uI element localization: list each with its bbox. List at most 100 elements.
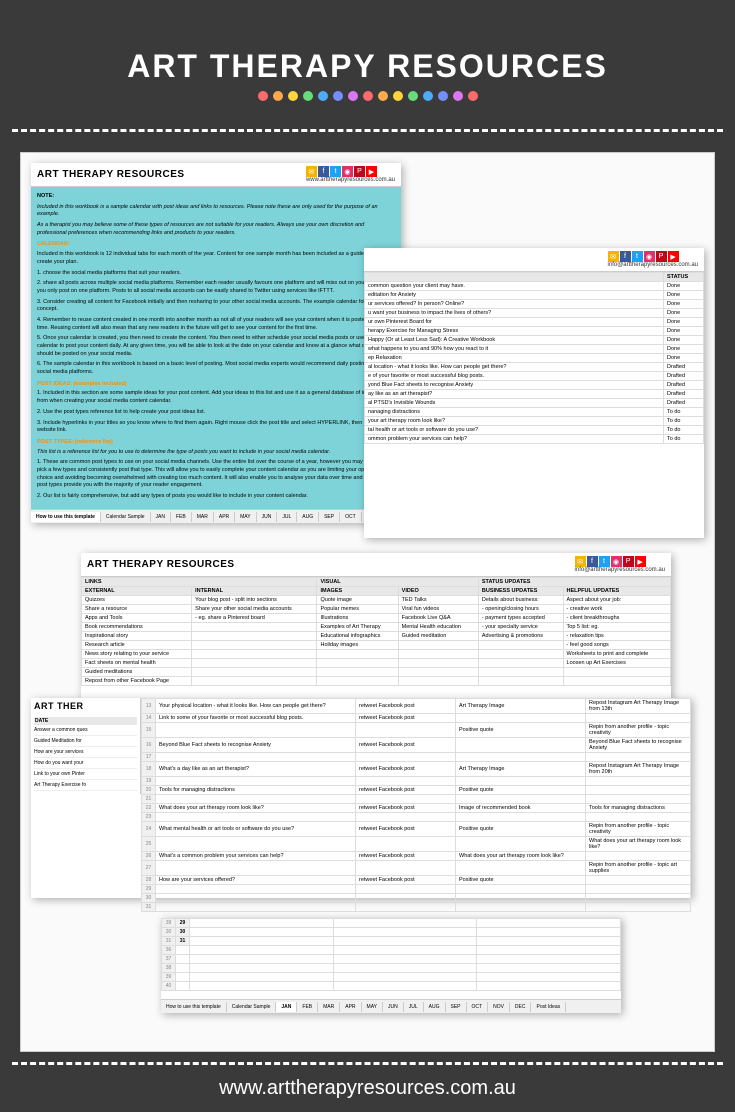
tab-dec[interactable]: DEC [510, 1002, 532, 1012]
table-row: nanaging distractionsTo do [365, 408, 704, 417]
youtube-icon[interactable]: ▶ [635, 556, 646, 567]
month-tabs-sheet: 3929303031313637383940 How to use this t… [161, 918, 621, 1013]
table-row: 25What does your art therapy room look l… [142, 837, 691, 852]
table-row: 17 [142, 753, 691, 762]
twitter-icon[interactable]: t [330, 166, 341, 177]
tab-oct[interactable]: OCT [467, 1002, 489, 1012]
pinterest-icon[interactable]: P [656, 251, 667, 262]
table-row: 22What does your art therapy room look l… [142, 804, 691, 813]
table-row: u want your business to impact the lives… [365, 309, 704, 318]
table-row: tal health or art tools or software do y… [365, 426, 704, 435]
table-row: News story relating to your serviceWorks… [82, 650, 671, 659]
table-row: QuizzesYour blog post - split into secti… [82, 596, 671, 605]
page-title: ART THERAPY RESOURCES [127, 48, 608, 85]
tab-sep[interactable]: SEP [319, 512, 340, 522]
table-row: 20Tools for managing distractionsretweet… [142, 786, 691, 795]
tab-mar[interactable]: MAR [318, 1002, 340, 1012]
tab-may[interactable]: MAY [362, 1002, 383, 1012]
table-row: 19 [142, 777, 691, 786]
tab-jun[interactable]: JUN [383, 1002, 404, 1012]
table-row: ommon problem your services can help?To … [365, 435, 704, 444]
table-row: Happy (Or at Least Less Sad): A Creative… [365, 336, 704, 345]
tab-how-to-use-this-template[interactable]: How to use this template [31, 512, 101, 522]
table-row: 18What's a day like as an art therapist?… [142, 762, 691, 777]
pinterest-icon[interactable]: P [354, 166, 365, 177]
tab-jun[interactable]: JUN [257, 512, 278, 522]
tab-apr[interactable]: APR [340, 1002, 361, 1012]
tab-feb[interactable]: FEB [171, 512, 192, 522]
tab-calendar-sample[interactable]: Calendar Sample [227, 1002, 277, 1012]
table-row: Book recommendationsExamples of Art Ther… [82, 623, 671, 632]
table-row: 30 [142, 894, 691, 903]
table-row: Repost from other Facebook Page [82, 677, 671, 686]
table-row: e of your favorite or most successful bl… [365, 372, 704, 381]
tab-jul[interactable]: JUL [277, 512, 297, 522]
tab-nov[interactable]: NOV [488, 1002, 510, 1012]
tab-aug[interactable]: AUG [297, 512, 319, 522]
facebook-icon[interactable]: f [587, 556, 598, 567]
brand-logo: ART THERAPY RESOURCES [37, 169, 185, 180]
tab-jul[interactable]: JUL [404, 1002, 424, 1012]
table-row: editation for AnxietyDone [365, 291, 704, 300]
table-row: ur own Pinterest Board for Done [365, 318, 704, 327]
twitter-icon[interactable]: t [599, 556, 610, 567]
status-table: STATUS common question your client may h… [364, 272, 704, 444]
table-row: al PTSD's Invisible WoundsDrafted [365, 399, 704, 408]
pinterest-icon[interactable]: P [623, 556, 634, 567]
content-area: ART THERAPY RESOURCES ✉ft◉P▶ www.artther… [20, 152, 715, 1052]
footer: www.arttherapyresources.com.au [12, 1062, 723, 1112]
table-row: your art therapy room look like?To do [365, 417, 704, 426]
table-row: 24What mental health or art tools or sof… [142, 822, 691, 837]
youtube-icon[interactable]: ▶ [366, 166, 377, 177]
table-row: Share a resourceShare your other social … [82, 605, 671, 614]
table-row: al location - what it looks like. How ca… [365, 363, 704, 372]
calendar-sheet: ART THER DATE Answer a common quesGuided… [31, 698, 691, 898]
email-icon[interactable]: ✉ [608, 251, 619, 262]
header-banner: ART THERAPY RESOURCES [12, 12, 723, 132]
post-types-table: LINKSVISUALSTATUS UPDATES EXTERNALINTERN… [81, 577, 671, 686]
table-row: ur services offered? In person? Online?D… [365, 300, 704, 309]
table-row: 27Repin from another profile - topic art… [142, 861, 691, 876]
tab-aug[interactable]: AUG [424, 1002, 446, 1012]
table-row: ep RelaxationDone [365, 354, 704, 363]
table-row: Guided meditations [82, 668, 671, 677]
table-row: what happens to you and 90% how you reac… [365, 345, 704, 354]
tab-calendar-sample[interactable]: Calendar Sample [101, 512, 151, 522]
tab-feb[interactable]: FEB [297, 1002, 318, 1012]
sheet-tabs: How to use this templateCalendar SampleJ… [31, 509, 401, 523]
tab-mar[interactable]: MAR [192, 512, 214, 522]
tab-apr[interactable]: APR [214, 512, 235, 522]
decorative-dots [258, 91, 478, 101]
table-row: ay like as an art therapist?Drafted [365, 390, 704, 399]
tab-post-ideas[interactable]: Post Ideas [531, 1002, 566, 1012]
youtube-icon[interactable]: ▶ [668, 251, 679, 262]
facebook-icon[interactable]: f [620, 251, 631, 262]
instagram-icon[interactable]: ◉ [644, 251, 655, 262]
table-row: Fact sheets on mental healthLoosen up Ar… [82, 659, 671, 668]
tab-jan[interactable]: JAN [276, 1002, 297, 1012]
instagram-icon[interactable]: ◉ [611, 556, 622, 567]
table-row: Inspirational storyEducational infograph… [82, 632, 671, 641]
facebook-icon[interactable]: f [318, 166, 329, 177]
twitter-icon[interactable]: t [632, 251, 643, 262]
table-row: yond Blue Fact sheets to recognise Anxie… [365, 381, 704, 390]
table-row: 29 [142, 885, 691, 894]
table-row: Research articleHoliday images- feel goo… [82, 641, 671, 650]
table-row: 26What's a common problem your services … [142, 852, 691, 861]
calendar-table: 13Your physical location - what it looks… [141, 698, 691, 912]
table-row: 31 [142, 903, 691, 912]
email-icon[interactable]: ✉ [575, 556, 586, 567]
tab-sep[interactable]: SEP [446, 1002, 467, 1012]
status-sheet: ✉ft◉P▶ info@arttherapyresources.com.au S… [364, 248, 704, 538]
tab-how-to-use-this-template[interactable]: How to use this template [161, 1002, 227, 1012]
table-row: 28How are your services offered?retweet … [142, 876, 691, 885]
tab-may[interactable]: MAY [235, 512, 256, 522]
instagram-icon[interactable]: ◉ [342, 166, 353, 177]
tab-oct[interactable]: OCT [340, 512, 362, 522]
tab-jan[interactable]: JAN [151, 512, 171, 522]
table-row: common question your client may have.Don… [365, 282, 704, 291]
table-row: 23 [142, 813, 691, 822]
table-row: herapy Exercise for Managing StressDone [365, 327, 704, 336]
table-row: 21 [142, 795, 691, 804]
email-icon[interactable]: ✉ [306, 166, 317, 177]
